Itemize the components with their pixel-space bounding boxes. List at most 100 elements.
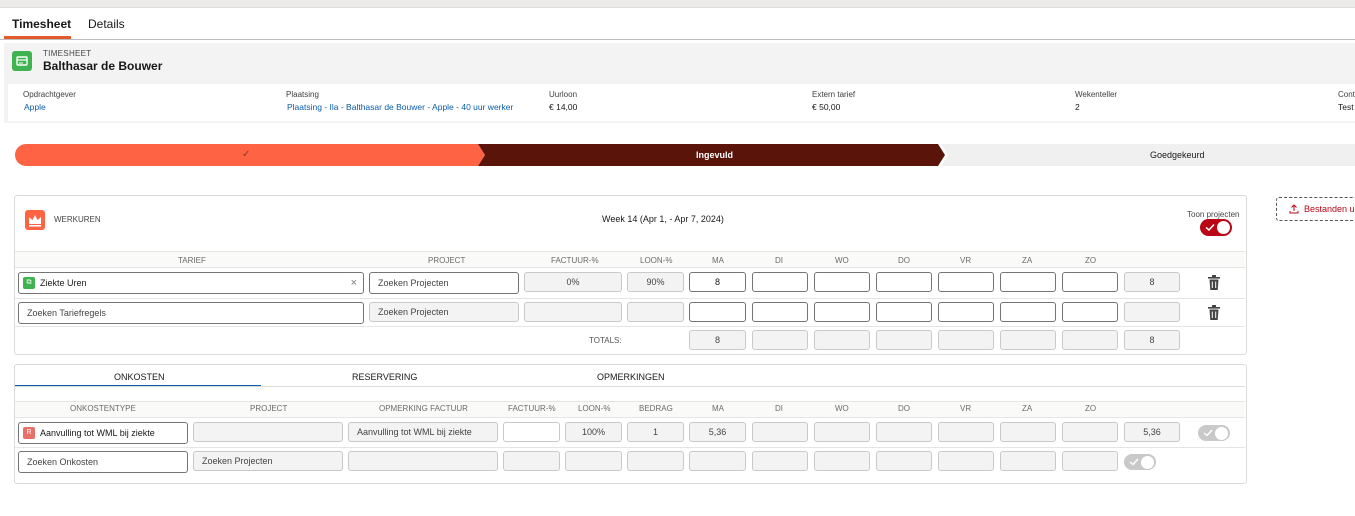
divider [15,298,1245,299]
field-value-plaatsing[interactable]: Plaatsing - Ila - Balthasar de Bouwer - … [287,102,513,112]
hours-input-ma[interactable]: 8 [689,272,746,292]
onkostentype-value: Aanvulling tot WML bij ziekte [40,428,155,438]
amount-do [876,422,932,442]
loon-percent-field: 90% [627,272,684,292]
tarief-lookup-field[interactable]: ⧉ Ziekte Uren × [18,272,364,294]
clear-icon[interactable]: × [351,277,357,289]
total-ma: 8 [689,330,746,350]
col-header-loon: LOON-% [578,404,611,413]
amount-vr [938,422,994,442]
divider [15,386,1245,387]
divider [15,267,1245,268]
project-search-input-disabled: Zoeken Projecten [369,302,519,322]
hours-input-zo[interactable] [1062,272,1118,292]
amount-ma [689,451,746,471]
toggle-knob [1141,455,1154,469]
werkuren-title: WERKUREN [54,215,101,224]
field-value-wekenteller: 2 [1075,102,1080,112]
tab-details[interactable]: Details [88,17,125,31]
subtab-reservering[interactable]: RESERVERING [352,372,417,382]
object-type-label: TIMESHEET [43,49,92,58]
opmerking-factuur-field[interactable]: Aanvulling tot WML bij ziekte [348,422,498,442]
factuur-percent-field: 0% [524,272,622,292]
col-header-vr: VR [960,256,972,265]
path-step-goedgekeurd[interactable] [941,144,1355,166]
col-header-za: ZA [1022,256,1033,265]
opmerking-factuur-field [348,451,498,471]
field-label-wekenteller: Wekenteller [1075,90,1118,99]
delete-icon[interactable] [1207,275,1221,291]
upload-icon [1289,204,1299,214]
project-search-input[interactable]: Zoeken Projecten [369,272,519,294]
tarief-value: Ziekte Uren [40,278,87,288]
field-label-plaatsing: Plaatsing [286,90,319,99]
field-label-uurloon: Uurloon [549,90,578,99]
amount-di [752,451,808,471]
hours-input-vr[interactable] [938,272,994,292]
col-header-do: DO [898,256,910,265]
hours-input-di[interactable] [752,302,808,322]
total-zo [1062,330,1118,350]
field-label-opdrachtgever: Opdrachtgever [23,90,76,99]
factuur-percent-field[interactable] [503,422,560,442]
totals-label: TOTALS: [589,336,622,345]
amount-wo [814,422,870,442]
amount-ma: 5,36 [689,422,746,442]
tab-timesheet[interactable]: Timesheet [12,17,71,31]
field-value-extern-tarief: € 50,00 [812,102,841,112]
amount-di [752,422,808,442]
col-header-opmerking-factuur: OPMERKING FACTUUR [379,404,468,413]
amount-do [876,451,932,471]
field-value-opdrachtgever[interactable]: Apple [24,102,46,112]
subtab-opmerkingen[interactable]: OPMERKINGEN [597,372,665,382]
col-header-ma: MA [712,256,724,265]
amount-zo [1062,422,1118,442]
field-label-cont: Cont [1338,90,1355,99]
hours-input-di[interactable] [752,272,808,292]
onkosten-toggle[interactable] [1124,454,1156,470]
col-header-vr: VR [960,404,972,413]
col-header-ma: MA [712,404,724,413]
toggle-check-icon [1203,429,1213,437]
loon-percent-field [627,302,684,322]
hours-input-za[interactable] [1000,272,1056,292]
hours-input-vr[interactable] [938,302,994,322]
hours-input-wo[interactable] [814,302,870,322]
factuur-percent-field [524,302,622,322]
hours-input-za[interactable] [1000,302,1056,322]
onkostentype-lookup-field[interactable]: R Aanvulling tot WML bij ziekte [18,422,188,444]
upload-files-label: Bestanden up [1304,204,1355,214]
toggle-check-icon [1205,223,1215,232]
hours-input-do[interactable] [876,272,932,292]
tarief-search-input[interactable]: Zoeken Tariefregels [18,302,364,324]
col-header-factuur: FACTUUR-% [551,256,599,265]
col-header-loon: LOON-% [640,256,673,265]
col-header-do: DO [898,404,910,413]
col-header-zo: ZO [1085,256,1097,265]
col-header-project: PROJECT [250,404,288,413]
col-header-wo: WO [835,256,849,265]
timesheet-icon [12,51,32,71]
hours-input-do[interactable] [876,302,932,322]
onkosten-header-row [15,401,1245,418]
subtab-onkosten[interactable]: ONKOSTEN [114,372,165,382]
divider [15,326,1245,327]
col-header-onkostentype: ONKOSTENTYPE [70,404,136,413]
col-header-wo: WO [835,404,849,413]
upload-files-button[interactable]: Bestanden up [1276,197,1355,221]
hours-input-zo[interactable] [1062,302,1118,322]
delete-icon[interactable] [1207,305,1221,321]
onkosten-toggle[interactable] [1198,425,1230,441]
hours-input-wo[interactable] [814,272,870,292]
hours-input-ma[interactable] [689,302,746,322]
amount-za [1000,422,1056,442]
col-header-za: ZA [1022,404,1033,413]
loon-percent-field: 100% [565,422,622,442]
amount-za [1000,451,1056,471]
onkosten-search-input[interactable]: Zoeken Onkosten [18,451,188,473]
project-field [193,422,343,442]
divider [15,447,1245,448]
col-header-tarief: TARIEF [178,256,206,265]
toggle-knob [1217,221,1230,234]
toon-projecten-toggle[interactable] [1200,219,1232,236]
